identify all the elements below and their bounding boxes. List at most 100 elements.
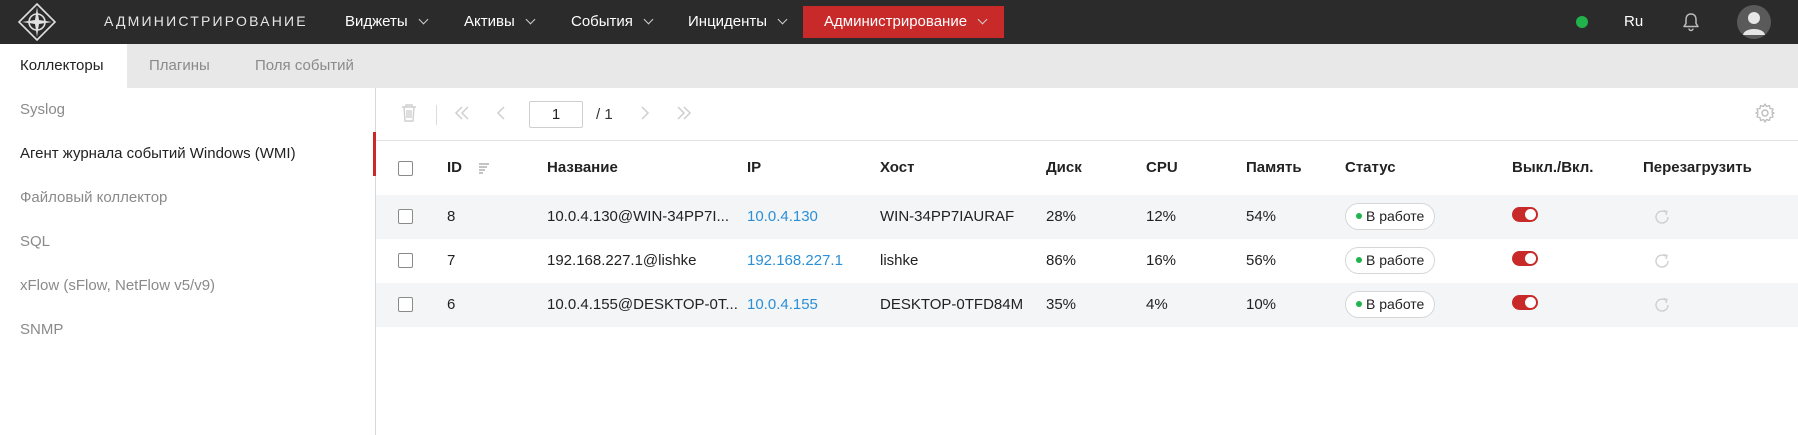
user-avatar[interactable] bbox=[1737, 5, 1771, 39]
column-header-name[interactable]: Название bbox=[547, 159, 618, 176]
connection-status-indicator bbox=[1576, 16, 1588, 28]
next-page-icon[interactable] bbox=[634, 102, 656, 124]
nav-assets[interactable]: Активы bbox=[464, 0, 536, 44]
cell-name: 10.0.4.130@WIN-34PP7I... bbox=[547, 208, 729, 225]
cell-name: 10.0.4.155@DESKTOP-0T... bbox=[547, 296, 738, 313]
column-header-onoff[interactable]: Выкл./Вкл. bbox=[1512, 159, 1593, 176]
sidebar-item-snmp[interactable]: SNMP bbox=[0, 308, 376, 352]
chevron-down-icon bbox=[777, 14, 788, 25]
sort-icon[interactable] bbox=[477, 161, 491, 175]
collector-type-sidebar: Syslog Агент журнала событий Windows (WM… bbox=[0, 88, 376, 435]
status-badge-label: В работе bbox=[1366, 208, 1425, 224]
nav-incidents-label: Инциденты bbox=[688, 13, 768, 30]
prev-page-icon[interactable] bbox=[490, 102, 512, 124]
trash-icon[interactable] bbox=[398, 102, 420, 124]
cell-id: 6 bbox=[447, 296, 456, 313]
tab-collectors[interactable]: Коллекторы bbox=[0, 44, 127, 88]
row-checkbox[interactable] bbox=[398, 209, 413, 224]
logo-icon[interactable] bbox=[18, 3, 56, 41]
enable-toggle[interactable] bbox=[1512, 251, 1538, 266]
page-number-input[interactable] bbox=[529, 101, 583, 128]
column-header-cpu[interactable]: CPU bbox=[1146, 159, 1178, 176]
toggle-knob bbox=[1525, 297, 1536, 308]
sidebar-item-file-collector[interactable]: Файловый коллектор bbox=[0, 176, 376, 220]
settings-icon[interactable] bbox=[1754, 102, 1776, 124]
nav-administration[interactable]: Администрирование bbox=[803, 6, 1004, 38]
section-tabs: Коллекторы Плагины Поля событий bbox=[0, 44, 1798, 88]
cell-ip-link[interactable]: 10.0.4.155 bbox=[747, 296, 818, 313]
column-header-id[interactable]: ID bbox=[447, 159, 462, 176]
cell-host: lishke bbox=[880, 252, 919, 269]
status-badge: В работе bbox=[1345, 291, 1436, 318]
status-badge-label: В работе bbox=[1366, 252, 1425, 268]
cell-disk: 86% bbox=[1046, 252, 1077, 269]
sidebar-item-sql[interactable]: SQL bbox=[0, 220, 376, 264]
enable-toggle[interactable] bbox=[1512, 207, 1538, 222]
status-badge-label: В работе bbox=[1366, 296, 1425, 312]
cell-id: 8 bbox=[447, 208, 456, 225]
restart-icon[interactable] bbox=[1651, 294, 1673, 316]
status-badge: В работе bbox=[1345, 203, 1436, 230]
cell-cpu: 12% bbox=[1146, 208, 1177, 225]
table-row[interactable]: 8 10.0.4.130@WIN-34PP7I... 10.0.4.130 WI… bbox=[376, 195, 1798, 239]
row-checkbox[interactable] bbox=[398, 297, 413, 312]
tab-plugins[interactable]: Плагины bbox=[149, 44, 210, 88]
chevron-down-icon bbox=[525, 14, 536, 25]
cell-memory: 56% bbox=[1246, 252, 1277, 269]
row-checkbox[interactable] bbox=[398, 253, 413, 268]
select-all-checkbox[interactable] bbox=[398, 161, 413, 176]
page-total-label: / 1 bbox=[596, 106, 613, 123]
nav-assets-label: Активы bbox=[464, 13, 515, 30]
cell-host: DESKTOP-0TFD84M bbox=[880, 296, 1024, 313]
cell-name: 192.168.227.1@lishke bbox=[547, 252, 697, 269]
nav-incidents[interactable]: Инциденты bbox=[688, 0, 788, 44]
status-dot bbox=[1356, 301, 1362, 307]
sidebar-item-xflow[interactable]: xFlow (sFlow, NetFlow v5/v9) bbox=[0, 264, 376, 308]
app-title: АДМИНИСТРИРОВАНИЕ bbox=[104, 13, 308, 29]
cell-ip-link[interactable]: 10.0.4.130 bbox=[747, 208, 818, 225]
sidebar-item-syslog[interactable]: Syslog bbox=[0, 88, 376, 132]
enable-toggle[interactable] bbox=[1512, 295, 1538, 310]
language-switcher[interactable]: Ru bbox=[1624, 13, 1643, 30]
cell-cpu: 4% bbox=[1146, 296, 1168, 313]
column-header-memory[interactable]: Память bbox=[1246, 159, 1302, 176]
cell-host: WIN-34PP7IAURAF bbox=[880, 208, 1015, 225]
user-icon bbox=[1743, 12, 1765, 35]
status-dot bbox=[1356, 213, 1362, 219]
top-navigation-bar: АДМИНИСТРИРОВАНИЕ Виджеты Активы События… bbox=[0, 0, 1798, 44]
column-header-disk[interactable]: Диск bbox=[1046, 159, 1082, 176]
sidebar-item-wmi[interactable]: Агент журнала событий Windows (WMI) bbox=[0, 132, 376, 176]
status-badge: В работе bbox=[1345, 247, 1436, 274]
cell-disk: 35% bbox=[1046, 296, 1077, 313]
chevron-down-icon bbox=[977, 14, 988, 25]
nav-widgets-label: Виджеты bbox=[345, 13, 408, 30]
toggle-knob bbox=[1525, 253, 1536, 264]
table-row[interactable]: 6 10.0.4.155@DESKTOP-0T... 10.0.4.155 DE… bbox=[376, 283, 1798, 327]
cell-memory: 54% bbox=[1246, 208, 1277, 225]
restart-icon[interactable] bbox=[1651, 206, 1673, 228]
nav-events[interactable]: События bbox=[571, 0, 654, 44]
cell-disk: 28% bbox=[1046, 208, 1077, 225]
bell-icon[interactable] bbox=[1680, 11, 1702, 33]
first-page-icon[interactable] bbox=[451, 102, 473, 124]
column-header-id-label: ID bbox=[447, 159, 462, 176]
cell-id: 7 bbox=[447, 252, 456, 269]
column-header-status[interactable]: Статус bbox=[1345, 159, 1396, 176]
toolbar-divider bbox=[436, 105, 437, 125]
tab-event-fields[interactable]: Поля событий bbox=[255, 44, 354, 88]
restart-icon[interactable] bbox=[1651, 250, 1673, 272]
chevron-down-icon bbox=[418, 14, 429, 25]
cell-ip-link[interactable]: 192.168.227.1 bbox=[747, 252, 843, 269]
cell-cpu: 16% bbox=[1146, 252, 1177, 269]
table-header: ID Название IP Хост Диск CPU Память Стат… bbox=[376, 142, 1798, 195]
nav-events-label: События bbox=[571, 13, 633, 30]
table-row[interactable]: 7 192.168.227.1@lishke 192.168.227.1 lis… bbox=[376, 239, 1798, 283]
column-header-ip[interactable]: IP bbox=[747, 159, 761, 176]
cell-memory: 10% bbox=[1246, 296, 1277, 313]
column-header-host[interactable]: Хост bbox=[880, 159, 914, 176]
nav-widgets[interactable]: Виджеты bbox=[345, 0, 429, 44]
column-header-restart[interactable]: Перезагрузить bbox=[1643, 159, 1752, 176]
chevron-down-icon bbox=[643, 14, 654, 25]
nav-administration-label: Администрирование bbox=[824, 13, 968, 30]
last-page-icon[interactable] bbox=[673, 102, 695, 124]
